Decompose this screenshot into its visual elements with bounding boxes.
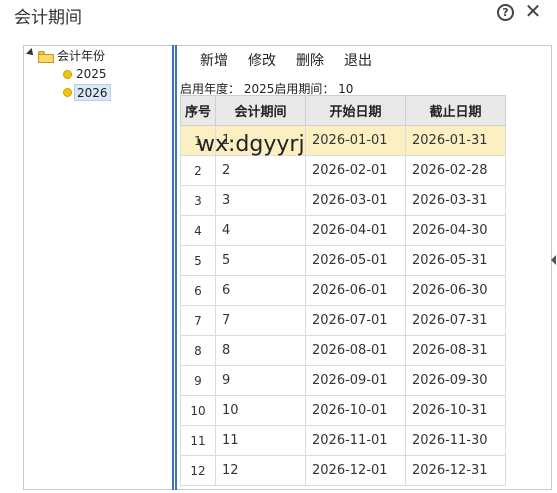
table-row[interactable]: 11 11 2026-11-01 2026-11-30: [180, 425, 506, 456]
cell-start-date: 2026-02-01: [305, 155, 406, 186]
cell-start-date: 2026-09-01: [305, 365, 406, 396]
cell-end-date: 2026-02-28: [405, 155, 506, 186]
cell-index: 12: [180, 455, 216, 486]
header-start-date[interactable]: 开始日期: [305, 95, 406, 126]
cell-index: 8: [180, 335, 216, 366]
table-row[interactable]: 6 6 2026-06-01 2026-06-30: [180, 275, 506, 306]
cell-period: 8: [215, 335, 306, 366]
header-end-date[interactable]: 截止日期: [405, 95, 506, 126]
table-row[interactable]: 4 4 2026-04-01 2026-04-30: [180, 215, 506, 246]
close-icon[interactable]: ✕: [524, 1, 542, 21]
circle-dot-icon: [63, 88, 72, 97]
cell-end-date: 2026-08-31: [405, 335, 506, 366]
cell-end-date: 2026-03-31: [405, 185, 506, 216]
cell-end-date: 2026-07-31: [405, 305, 506, 336]
cell-end-date: 2026-04-30: [405, 215, 506, 246]
cell-period: 12: [215, 455, 306, 486]
cell-index: 6: [180, 275, 216, 306]
table-row[interactable]: 8 8 2026-08-01 2026-08-31: [180, 335, 506, 366]
resize-arrow-icon: [551, 255, 556, 265]
cell-end-date: 2026-12-31: [405, 455, 506, 486]
table-row[interactable]: 12 12 2026-12-01 2026-12-31: [180, 455, 506, 486]
window-title: 会计期间: [14, 8, 82, 28]
cell-period: 4: [215, 215, 306, 246]
cell-index: 5: [180, 245, 216, 276]
table-row[interactable]: 9 9 2026-09-01 2026-09-30: [180, 365, 506, 396]
cell-index: 2: [180, 155, 216, 186]
cell-end-date: 2026-10-31: [405, 395, 506, 426]
cell-index: 11: [180, 425, 216, 456]
cell-start-date: 2026-12-01: [305, 455, 406, 486]
tree-root-label[interactable]: 会计年份: [57, 48, 105, 65]
cell-start-date: 2026-01-01: [305, 125, 406, 156]
folder-icon: [38, 51, 54, 63]
header-index[interactable]: 序号: [180, 95, 216, 126]
cell-end-date: 2026-05-31: [405, 245, 506, 276]
header-period[interactable]: 会计期间: [215, 95, 306, 126]
cell-period: 6: [215, 275, 306, 306]
cell-end-date: 2026-01-31: [405, 125, 506, 156]
cell-period: 10: [215, 395, 306, 426]
table-row[interactable]: 10 10 2026-10-01 2026-10-31: [180, 395, 506, 426]
tree-item-2025[interactable]: 2025: [76, 66, 107, 83]
cell-period: 11: [215, 425, 306, 456]
cell-period: 7: [215, 305, 306, 336]
edit-button[interactable]: 修改: [248, 50, 276, 72]
table-header-row: 序号 会计期间 开始日期 截止日期: [180, 95, 506, 126]
cell-start-date: 2026-06-01: [305, 275, 406, 306]
cell-start-date: 2026-10-01: [305, 395, 406, 426]
title-bar: 会计期间 ? ✕: [0, 0, 557, 28]
cell-index: 3: [180, 185, 216, 216]
cell-start-date: 2026-03-01: [305, 185, 406, 216]
cell-index: 9: [180, 365, 216, 396]
table-row[interactable]: 3 3 2026-03-01 2026-03-31: [180, 185, 506, 216]
cell-start-date: 2026-04-01: [305, 215, 406, 246]
cell-start-date: 2026-07-01: [305, 305, 406, 336]
cell-start-date: 2026-11-01: [305, 425, 406, 456]
cell-index: 10: [180, 395, 216, 426]
cell-index: 7: [180, 305, 216, 336]
cell-end-date: 2026-11-30: [405, 425, 506, 456]
cell-period: 2: [215, 155, 306, 186]
help-icon[interactable]: ?: [497, 4, 514, 21]
cell-start-date: 2026-08-01: [305, 335, 406, 366]
tree-item-2026[interactable]: 2026: [74, 84, 111, 101]
table-row[interactable]: 2 2 2026-02-01 2026-02-28: [180, 155, 506, 186]
table-row[interactable]: 5 5 2026-05-01 2026-05-31: [180, 245, 506, 276]
cell-period: 5: [215, 245, 306, 276]
delete-button[interactable]: 删除: [296, 50, 324, 72]
watermark: wx:dgyyrj: [197, 132, 305, 157]
table-row[interactable]: 7 7 2026-07-01 2026-07-31: [180, 305, 506, 336]
add-button[interactable]: 新增: [200, 50, 228, 72]
cell-end-date: 2026-09-30: [405, 365, 506, 396]
cell-start-date: 2026-05-01: [305, 245, 406, 276]
exit-button[interactable]: 退出: [344, 50, 372, 72]
cell-index: 4: [180, 215, 216, 246]
circle-dot-icon: [63, 70, 72, 79]
cell-end-date: 2026-06-30: [405, 275, 506, 306]
cell-period: 3: [215, 185, 306, 216]
cell-period: 9: [215, 365, 306, 396]
splitter[interactable]: [172, 45, 177, 490]
